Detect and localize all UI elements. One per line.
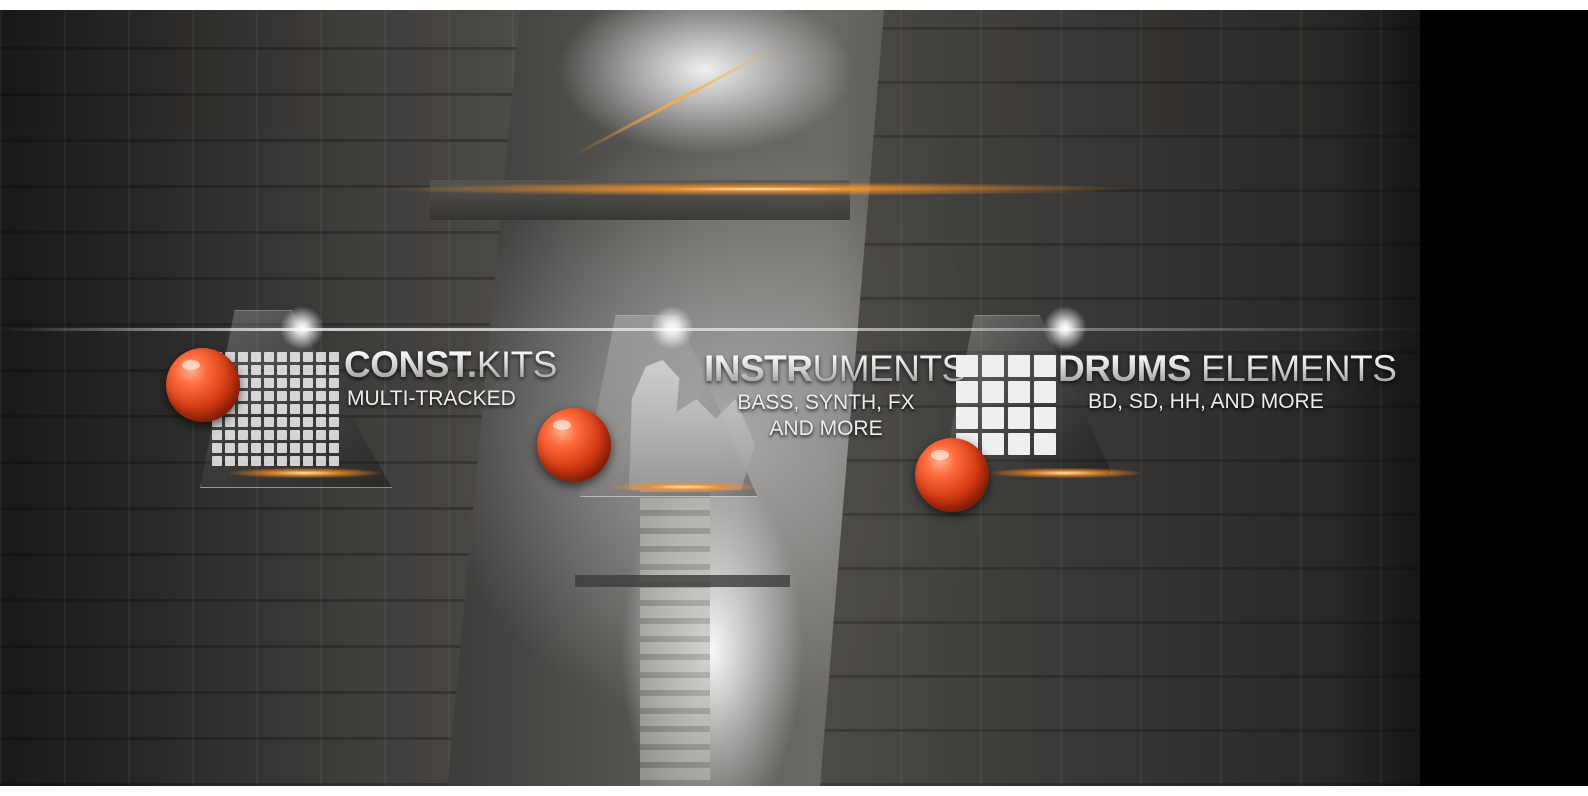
instruments-title[interactable]: INSTRUMENTS xyxy=(704,350,966,387)
lens-flare-streak xyxy=(572,46,778,157)
right-shadow xyxy=(1420,10,1588,786)
orange-glow xyxy=(610,482,760,492)
drums-elements-subtitle: BD, SD, HH, AND MORE xyxy=(1088,390,1324,413)
orange-bullet-icon xyxy=(915,438,989,512)
const-kits-title[interactable]: CONST.KITS xyxy=(344,346,557,383)
lens-flare xyxy=(380,182,1140,196)
distant-bridge xyxy=(575,575,790,587)
orange-bullet-icon xyxy=(166,348,240,422)
drum-pads-icon xyxy=(956,355,1056,455)
orange-glow xyxy=(990,468,1140,478)
orange-glow xyxy=(230,468,380,478)
const-kits-subtitle: MULTI-TRACKED xyxy=(347,387,516,410)
instruments-subtitle: BASS, SYNTH, FX AND MORE xyxy=(737,391,915,440)
hero-banner: CONST.KITS MULTI-TRACKED INSTRUMENTS BAS… xyxy=(0,10,1588,786)
drums-elements-title[interactable]: DRUMS ELEMENTS xyxy=(1058,350,1396,387)
orange-bullet-icon xyxy=(537,408,611,482)
distant-tower xyxy=(640,480,710,786)
